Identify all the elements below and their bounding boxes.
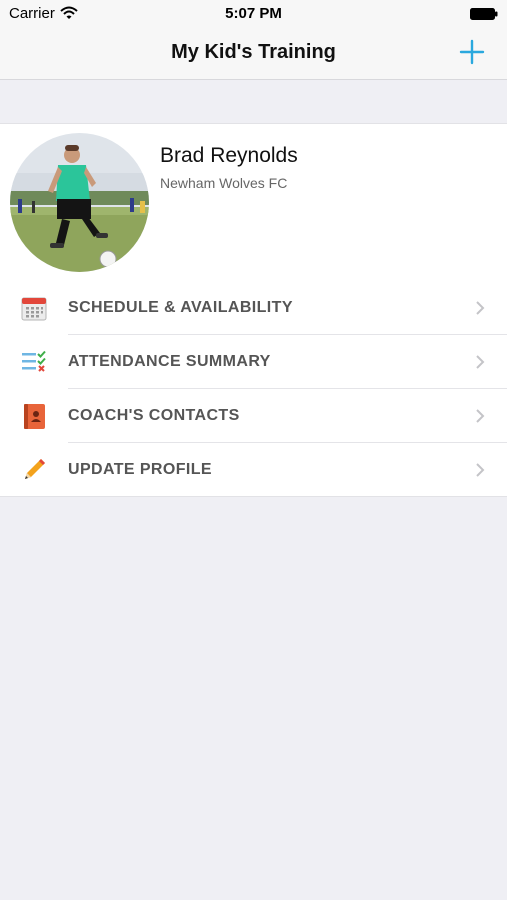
page-title: My Kid's Training [171,41,336,63]
chevron-right-icon [476,301,485,315]
plus-icon [459,39,485,65]
status-bar: Carrier 5:07 PM [0,0,507,28]
chevron-right-icon [476,463,485,477]
menu-item-label: COACH'S CONTACTS [68,407,240,424]
menu-item-attendance[interactable]: ATTENDANCE SUMMARY [0,335,507,389]
navigation-bar: My Kid's Training [0,28,507,80]
add-button[interactable] [459,39,485,65]
avatar[interactable] [10,133,149,272]
menu-item-label: SCHEDULE & AVAILABILITY [68,299,293,316]
contacts-book-icon [24,404,45,429]
menu-list: SCHEDULE & AVAILABILITY ATTENDANCE SUMMA… [0,281,507,497]
chevron-right-icon [476,355,485,369]
chevron-right-icon [476,409,485,423]
battery-icon [470,8,498,20]
status-time: 5:07 PM [225,5,282,22]
player-name: Brad Reynolds [160,144,298,167]
calendar-icon [21,297,47,321]
menu-item-label: ATTENDANCE SUMMARY [68,353,271,370]
team-name: Newham Wolves FC [160,175,288,191]
player-photo [10,133,149,272]
menu-item-update-profile[interactable]: UPDATE PROFILE [0,443,507,497]
menu-item-schedule[interactable]: SCHEDULE & AVAILABILITY [0,281,507,335]
profile-card: Brad Reynolds Newham Wolves FC SCHEDULE … [0,123,507,497]
checklist-icon [22,350,46,372]
menu-item-coach-contacts[interactable]: COACH'S CONTACTS [0,389,507,443]
pencil-icon [25,459,45,479]
menu-item-label: UPDATE PROFILE [68,461,212,478]
